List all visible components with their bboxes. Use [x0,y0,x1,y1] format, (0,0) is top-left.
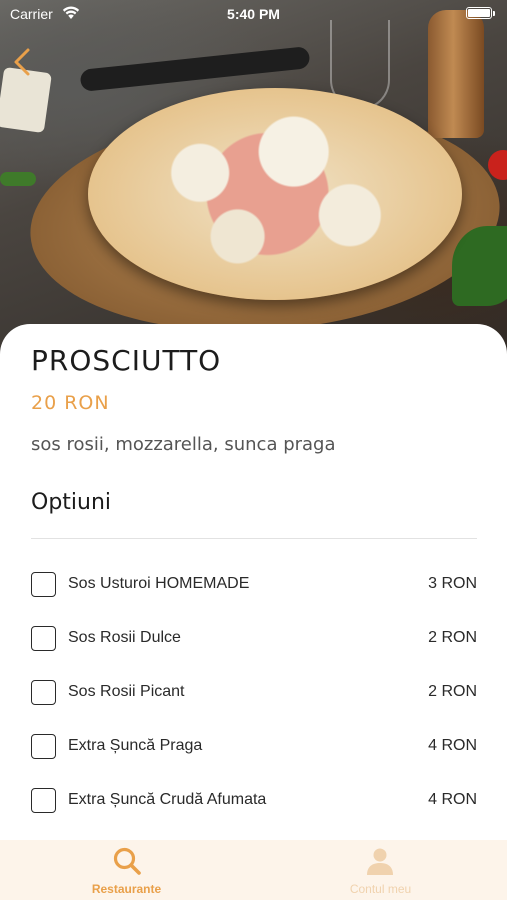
option-price: 2 RON [428,629,477,646]
tab-label: Contul meu [349,882,412,896]
option-checkbox[interactable] [31,734,56,759]
option-label: Sos Usturoi HOMEMADE [68,575,250,592]
option-price: 3 RON [428,575,477,592]
option-price: 4 RON [428,791,477,808]
option-checkbox[interactable] [31,626,56,651]
product-details-sheet: PROSCIUTTO 20 RON sos rosii, mozzarella,… [0,324,507,844]
option-price: 4 RON [428,737,477,754]
chevron-left-icon [14,48,30,76]
option-sos-rosii-picant[interactable]: Sos Rosii Picant 2 RON [31,680,477,734]
tab-bar: Restaurante Contul meu [0,840,507,900]
product-price: 20 RON [31,392,110,414]
tab-contul-meu[interactable]: Contul meu [254,840,507,900]
product-description: sos rosii, mozzarella, sunca praga [31,434,336,455]
option-extra-sunca-cruda[interactable]: Extra Șuncă Crudă Afumata 4 RON [31,788,477,842]
option-sos-rosii-dulce[interactable]: Sos Rosii Dulce 2 RON [31,626,477,680]
product-name: PROSCIUTTO [31,344,222,377]
option-label: Extra Șuncă Praga [68,737,203,754]
status-bar: Carrier 5:40 PM [0,0,507,28]
tomato [488,150,507,180]
battery-icon [466,7,492,19]
pizza-hero-image [0,0,507,360]
chili-pepper [0,172,36,186]
pizza [88,88,462,300]
option-checkbox[interactable] [31,788,56,813]
tab-label: Restaurante [91,882,162,896]
back-button[interactable] [10,44,38,80]
search-icon [113,847,141,875]
option-sos-usturoi[interactable]: Sos Usturoi HOMEMADE 3 RON [31,572,477,626]
options-list: Sos Usturoi HOMEMADE 3 RON Sos Rosii Dul… [31,572,477,842]
option-label: Sos Rosii Picant [68,683,185,700]
option-label: Extra Șuncă Crudă Afumata [68,791,267,808]
option-checkbox[interactable] [31,572,56,597]
person-icon [367,848,393,875]
options-heading: Optiuni [31,490,112,515]
option-label: Sos Rosii Dulce [68,629,181,646]
basil-leaves [452,226,507,306]
battery-tip [493,11,495,16]
tab-restaurante[interactable]: Restaurante [0,840,253,900]
pizza-cutter [79,46,311,92]
clock: 5:40 PM [227,6,280,22]
pepper-mill [428,10,484,138]
divider [31,538,477,539]
option-checkbox[interactable] [31,680,56,705]
option-price: 2 RON [428,683,477,700]
option-extra-sunca-praga[interactable]: Extra Șuncă Praga 4 RON [31,734,477,788]
